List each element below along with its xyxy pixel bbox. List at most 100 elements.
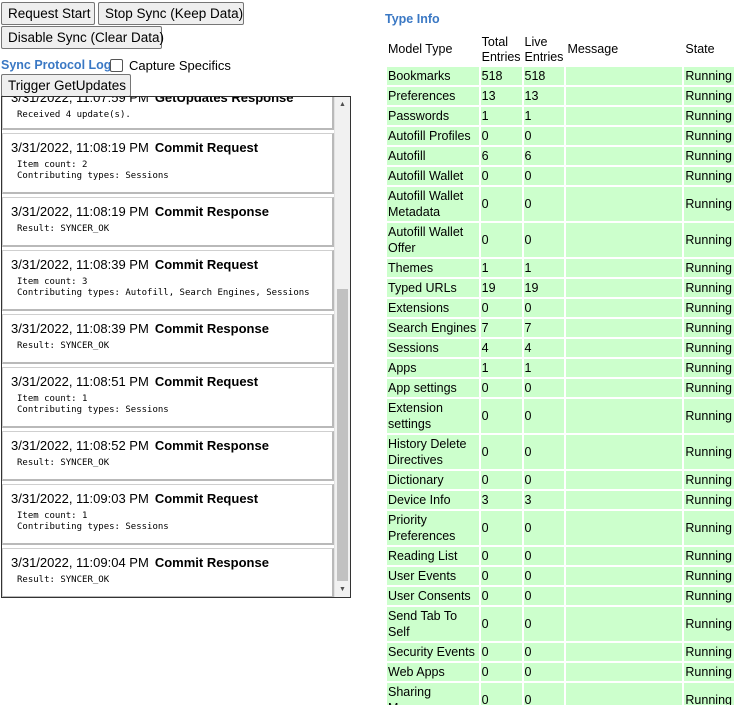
total-entries-cell: 0 — [480, 187, 522, 221]
log-scrollbar[interactable]: ▲ ▼ — [334, 97, 350, 597]
log-entry-type: Commit Response — [154, 555, 269, 570]
model-type-cell: Themes — [387, 259, 479, 277]
state-cell: Running — [684, 87, 734, 105]
total-entries-cell: 0 — [480, 567, 522, 585]
message-cell — [566, 663, 683, 681]
model-type-cell: Autofill Wallet Metadata — [387, 187, 479, 221]
type-info-row: Security Events 0 0 Running — [387, 643, 734, 661]
type-info-row: Autofill Wallet Metadata 0 0 Running — [387, 187, 734, 221]
type-info-row: Autofill Profiles 0 0 Running — [387, 127, 734, 145]
message-cell — [566, 279, 683, 297]
log-entry-detail: Result: SYNCER_OK — [17, 224, 110, 234]
log-entry-header: 3/31/2022, 11:08:51 PM Commit Request — [11, 374, 332, 391]
model-type-cell: Extension settings — [387, 399, 479, 433]
log-entry-time: 3/31/2022, 11:08:19 PM — [11, 140, 149, 155]
log-entry-type: GetUpdates Response — [154, 96, 294, 105]
log-entry-detail: Result: SYNCER_OK — [17, 341, 110, 351]
total-entries-cell: 0 — [480, 547, 522, 565]
log-entry-type: Commit Request — [154, 374, 259, 389]
stop-sync-button[interactable]: Stop Sync (Keep Data) — [98, 2, 244, 25]
live-entries-cell: 0 — [523, 379, 565, 397]
model-type-cell: Preferences — [387, 87, 479, 105]
log-entry-header: 3/31/2022, 11:08:39 PM Commit Request — [11, 257, 332, 274]
log-entry-header: 3/31/2022, 11:09:03 PM Commit Request — [11, 491, 332, 508]
log-entry-header: 3/31/2022, 11:08:19 PM Commit Response — [11, 204, 332, 221]
model-type-cell: Send Tab To Self — [387, 607, 479, 641]
log-entry-detail: Item count: 2 Contributing types: Sessio… — [17, 160, 169, 181]
message-cell — [566, 339, 683, 357]
scroll-down-arrow-icon[interactable]: ▼ — [335, 582, 350, 597]
live-entries-cell: 0 — [523, 127, 565, 145]
log-entry-detail: Received 4 update(s). — [17, 110, 131, 120]
live-entries-cell: 0 — [523, 587, 565, 605]
live-entries-cell: 0 — [523, 607, 565, 641]
log-entry-type: Commit Response — [154, 438, 269, 453]
disable-sync-button[interactable]: Disable Sync (Clear Data) — [1, 26, 164, 49]
message-cell — [566, 167, 683, 185]
state-cell: Running — [684, 491, 734, 509]
type-info-row: Extension settings 0 0 Running — [387, 399, 734, 433]
log-entry-type: Commit Response — [154, 204, 269, 219]
capture-specifics-checkbox[interactable] — [110, 58, 123, 72]
model-type-cell: Search Engines — [387, 319, 479, 337]
total-entries-cell: 518 — [480, 67, 522, 85]
live-entries-cell: 0 — [523, 643, 565, 661]
message-cell — [566, 607, 683, 641]
model-type-cell: Passwords — [387, 107, 479, 125]
message-cell — [566, 399, 683, 433]
live-entries-cell: 0 — [523, 663, 565, 681]
live-entries-cell: 0 — [523, 567, 565, 585]
capture-specifics-control[interactable]: Capture Specifics — [110, 56, 231, 74]
total-entries-cell: 4 — [480, 339, 522, 357]
model-type-cell: Reading List — [387, 547, 479, 565]
model-type-cell: User Consents — [387, 587, 479, 605]
total-entries-cell: 0 — [480, 435, 522, 469]
model-type-cell: Autofill Profiles — [387, 127, 479, 145]
log-entry: 3/31/2022, 11:09:03 PM Commit Request Item… — [2, 484, 334, 545]
log-entry: 3/31/2022, 11:08:19 PM Commit Response Res… — [2, 197, 334, 247]
model-type-cell: Security Events — [387, 643, 479, 661]
total-entries-cell: 0 — [480, 587, 522, 605]
sync-internals-page: Request Start Stop Sync (Keep Data) Disa… — [0, 0, 736, 705]
total-entries-cell: 1 — [480, 259, 522, 277]
model-type-cell: Autofill Wallet — [387, 167, 479, 185]
total-entries-cell: 0 — [480, 299, 522, 317]
live-entries-cell: 1 — [523, 259, 565, 277]
type-info-row: App settings 0 0 Running — [387, 379, 734, 397]
scroll-thumb[interactable] — [337, 289, 348, 581]
scroll-up-arrow-icon[interactable]: ▲ — [335, 97, 350, 112]
state-cell: Running — [684, 67, 734, 85]
trigger-getupdates-button[interactable]: Trigger GetUpdates — [1, 74, 131, 97]
message-cell — [566, 379, 683, 397]
model-type-cell: User Events — [387, 567, 479, 585]
message-cell — [566, 87, 683, 105]
type-info-row: Autofill Wallet Offer 0 0 Running — [387, 223, 734, 257]
log-entry: 3/31/2022, 11:08:51 PM Commit Request Item… — [2, 367, 334, 428]
log-entry-detail: Result: SYNCER_OK — [17, 458, 110, 468]
live-entries-cell: 3 — [523, 491, 565, 509]
model-type-cell: Typed URLs — [387, 279, 479, 297]
total-entries-cell: 0 — [480, 399, 522, 433]
log-entry: 3/31/2022, 11:07:59 PM GetUpdates Respons… — [2, 96, 334, 130]
type-info-row: Typed URLs 19 19 Running — [387, 279, 734, 297]
model-type-cell: Dictionary — [387, 471, 479, 489]
total-entries-cell: 1 — [480, 359, 522, 377]
live-entries-cell: 0 — [523, 223, 565, 257]
live-entries-cell: 0 — [523, 471, 565, 489]
state-cell: Running — [684, 107, 734, 125]
message-cell — [566, 319, 683, 337]
state-cell: Running — [684, 147, 734, 165]
state-cell: Running — [684, 359, 734, 377]
protocol-log-panel[interactable]: 3/31/2022, 11:07:59 PM GetUpdates Respons… — [1, 96, 351, 598]
state-cell: Running — [684, 223, 734, 257]
model-type-cell: Apps — [387, 359, 479, 377]
total-entries-cell: 7 — [480, 319, 522, 337]
request-start-button[interactable]: Request Start — [1, 2, 95, 25]
message-cell — [566, 187, 683, 221]
log-entry-time: 3/31/2022, 11:09:04 PM — [11, 555, 149, 570]
live-entries-cell: 0 — [523, 187, 565, 221]
type-info-row: Preferences 13 13 Running — [387, 87, 734, 105]
model-type-cell: Sessions — [387, 339, 479, 357]
message-cell — [566, 67, 683, 85]
state-cell: Running — [684, 279, 734, 297]
